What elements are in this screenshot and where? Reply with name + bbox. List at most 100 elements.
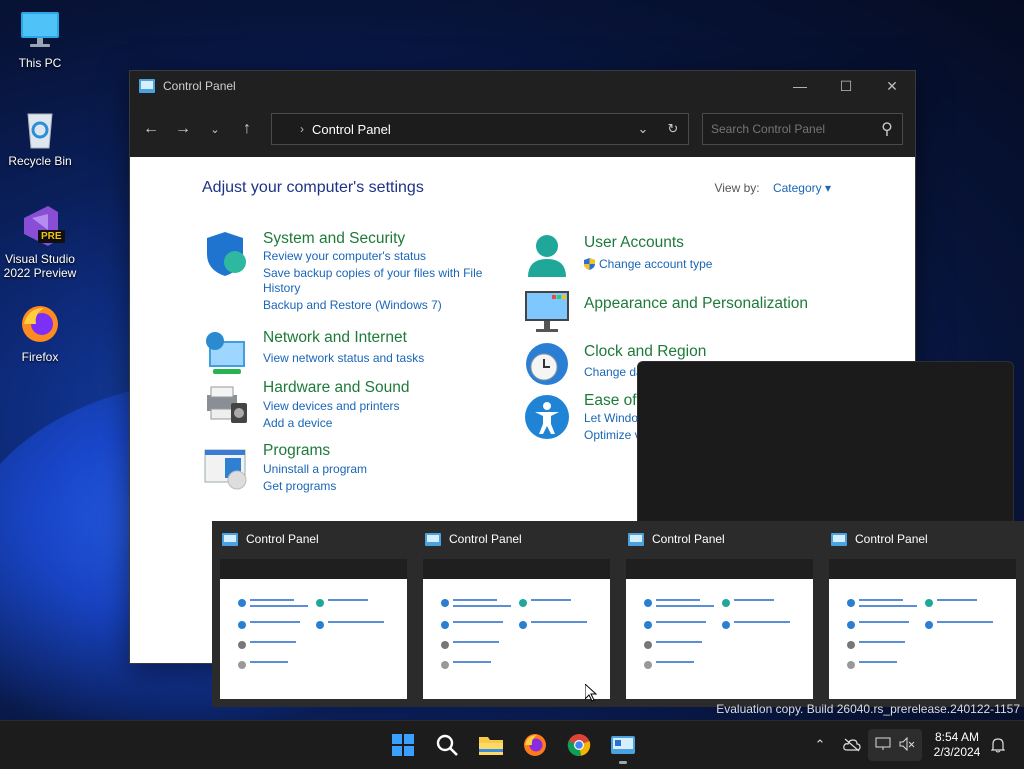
minimize-button[interactable]: — (777, 71, 823, 101)
control-panel-icon[interactable] (607, 729, 639, 761)
search-input[interactable] (703, 121, 872, 137)
link-add-device[interactable]: Add a device (263, 416, 332, 431)
chevron-up-icon[interactable]: ⌃ (808, 721, 832, 769)
preview-text (859, 599, 903, 601)
appearance-monitor-icon (524, 289, 570, 335)
notification-bell-icon[interactable] (986, 721, 1010, 769)
thumbnail-preview (626, 559, 813, 699)
taskbar-clock[interactable]: 8:54 AM 2/3/2024 (924, 730, 990, 760)
refresh-button[interactable]: ↻ (658, 121, 688, 137)
category-user-accounts: User Accounts Change account type (524, 231, 824, 281)
taskbar: ⌃ 8:54 AM 2/3/2024 (0, 720, 1024, 769)
preview-text (656, 661, 694, 663)
quick-settings-button[interactable] (868, 729, 922, 761)
thumbnail-window[interactable]: Control Panel (618, 521, 821, 707)
view-by-value: Category (772, 181, 822, 195)
clock-date: 2/3/2024 (933, 745, 981, 759)
link-get-programs[interactable]: Get programs (263, 479, 336, 494)
address-dropdown-button[interactable]: ⌄ (628, 121, 658, 137)
thumbnail-title: Control Panel (855, 532, 928, 546)
back-button[interactable]: ← (135, 113, 167, 145)
thumbnail-title: Control Panel (652, 532, 725, 546)
thumbnail-preview (423, 559, 610, 699)
start-icon[interactable] (387, 729, 419, 761)
category-title[interactable]: Programs (263, 442, 330, 460)
category-title[interactable]: System and Security (263, 230, 405, 248)
search-box[interactable]: ⚲ (702, 113, 903, 145)
close-button[interactable]: ✕ (869, 71, 915, 101)
link-devices-printers[interactable]: View devices and printers (263, 399, 400, 414)
category-title[interactable]: Ease of (584, 392, 637, 410)
desktop-icon-firefox[interactable]: Firefox (0, 302, 80, 364)
link-network-status[interactable]: View network status and tasks (263, 351, 424, 366)
preview-icon (316, 599, 324, 607)
link-review-status[interactable]: Review your computer's status (263, 249, 426, 264)
thumbnail-preview (220, 559, 407, 699)
thumbnail-window[interactable]: Control Panel (212, 521, 415, 707)
desktop-icon-label: This PC (18, 56, 62, 70)
pre-badge: PRE (38, 230, 65, 243)
visual-studio-icon: PRE (18, 204, 65, 248)
category-hardware-sound: Hardware and Sound View devices and prin… (203, 379, 503, 431)
category-system-security: System and Security Review your computer… (203, 230, 503, 320)
cloud-offline-icon[interactable] (840, 721, 864, 769)
preview-titlebar (829, 559, 1016, 579)
link-uninstall-program[interactable]: Uninstall a program (263, 462, 367, 477)
shield-icon (203, 232, 249, 278)
preview-icon (238, 621, 246, 629)
firefox-icon[interactable] (519, 729, 551, 761)
link-change-account-type[interactable]: Change account type (584, 257, 712, 272)
desktop-icon-label: Firefox (21, 350, 59, 364)
recent-locations-button[interactable]: ⌄ (199, 113, 231, 145)
search-icon[interactable] (431, 729, 463, 761)
title-bar[interactable]: Control Panel — ☐ ✕ (130, 71, 915, 101)
preview-icon (847, 599, 855, 607)
desktop-icon-label: Recycle Bin (8, 154, 72, 168)
window-title: Control Panel (163, 79, 236, 93)
link-file-history[interactable]: Save backup copies of your files with Fi… (263, 266, 493, 296)
link-let-windows[interactable]: Let Windo (584, 411, 638, 426)
address-bar[interactable]: › Control Panel ⌄ ↻ (271, 113, 689, 145)
clock-time: 8:54 AM (934, 730, 980, 744)
preview-text (531, 599, 571, 601)
search-icon[interactable]: ⚲ (872, 119, 902, 139)
network-icon (875, 737, 891, 754)
preview-icon (644, 599, 652, 607)
preview-icon (847, 661, 855, 669)
preview-icon (644, 621, 652, 629)
desktop-icon-visual-studio[interactable]: PRE Visual Studio 2022 Preview (0, 204, 80, 280)
link-optimize[interactable]: Optimize vi (584, 428, 643, 443)
category-title[interactable]: Network and Internet (263, 329, 407, 347)
preview-icon (519, 621, 527, 629)
maximize-button[interactable]: ☐ (823, 71, 869, 101)
thumbnail-window[interactable]: Control Panel (821, 521, 1024, 707)
preview-icon (925, 599, 933, 607)
category-title[interactable]: Hardware and Sound (263, 379, 410, 397)
preview-text (453, 621, 503, 623)
desktop-icon-recycle-bin[interactable]: Recycle Bin (0, 106, 80, 168)
preview-icon (847, 621, 855, 629)
up-button[interactable]: ↑ (231, 113, 263, 145)
category-title[interactable]: User Accounts (584, 234, 684, 252)
control-panel-icon (222, 532, 238, 546)
forward-button[interactable]: → (167, 113, 199, 145)
category-title[interactable]: Appearance and Personalization (584, 295, 808, 313)
file-explorer-icon[interactable] (475, 729, 507, 761)
view-by-dropdown[interactable]: Category ▾ (773, 181, 831, 195)
thumbnail-window[interactable]: Control Panel (415, 521, 618, 707)
preview-icon (238, 661, 246, 669)
desktop-icon-this-pc[interactable]: This PC (0, 8, 80, 70)
chrome-icon[interactable] (563, 729, 595, 761)
recycle-bin-icon (18, 106, 62, 150)
link-change-date[interactable]: Change da (584, 365, 643, 380)
chevron-right-icon: › (300, 122, 304, 136)
link-backup-restore[interactable]: Backup and Restore (Windows 7) (263, 298, 442, 313)
uac-shield-icon (584, 258, 595, 270)
preview-text (859, 661, 897, 663)
thumbnail-title: Control Panel (449, 532, 522, 546)
volume-muted-icon (899, 736, 915, 754)
preview-text (453, 599, 497, 601)
category-title[interactable]: Clock and Region (584, 343, 706, 361)
desktop-icon-label: Visual Studio 2022 Preview (3, 252, 77, 280)
preview-icon (238, 599, 246, 607)
